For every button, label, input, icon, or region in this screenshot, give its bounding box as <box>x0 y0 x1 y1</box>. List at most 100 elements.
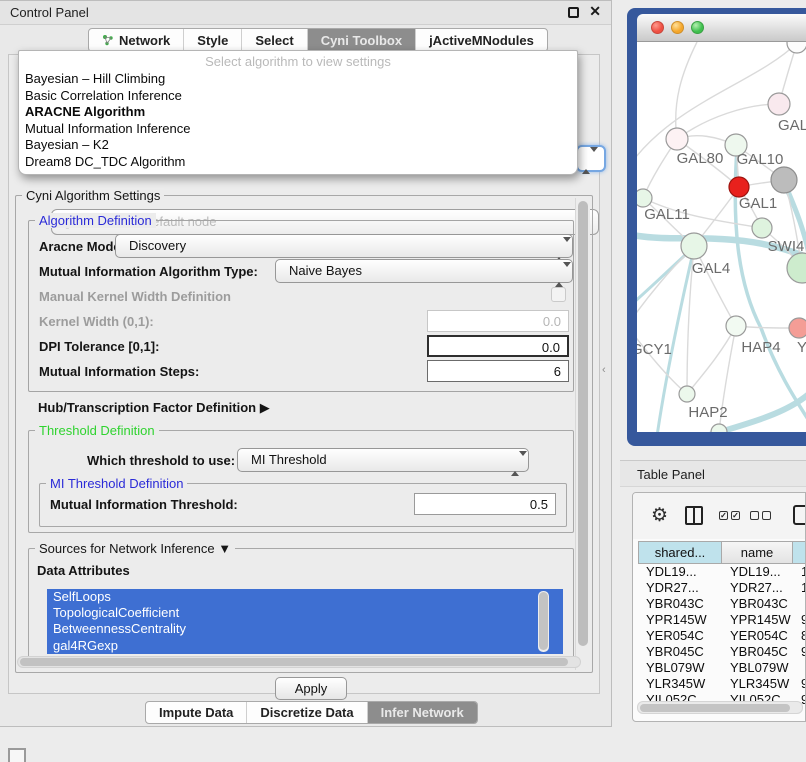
algorithm-definition-group: Algorithm Definition Aracne Mode: Discov… <box>28 220 574 392</box>
hscroll-thumb[interactable] <box>20 658 568 666</box>
manual-kernel-label: Manual Kernel Width Definition <box>39 289 231 304</box>
attribute-item[interactable]: SelfLoops <box>47 589 563 605</box>
deselect-all-icon[interactable] <box>750 511 771 520</box>
columns-icon[interactable] <box>685 506 703 525</box>
dpi-tolerance-field[interactable]: 0.0 <box>427 335 569 357</box>
network-node-y[interactable] <box>789 318 806 338</box>
aracne-mode-combo[interactable]: Discovery <box>115 234 573 258</box>
hub-section-label[interactable]: Hub/Transcription Factor Definition ▶ <box>38 400 270 416</box>
expand-right-icon[interactable]: ▶ <box>260 400 270 415</box>
table-row[interactable]: YBR045CYBR045C9. <box>638 644 806 660</box>
network-canvas[interactable]: GALGAL80GAL10GAL11GAL1SWI4GAL4GCY1HAP4YH… <box>637 42 806 432</box>
table-cell: YBL079W <box>722 660 793 676</box>
table-row[interactable]: YER054CYER054C8. <box>638 628 806 644</box>
attributes-scroll-thumb[interactable] <box>539 592 548 650</box>
table-column-headers: shared...name <box>638 541 806 564</box>
select-all-icon[interactable]: ✓✓ <box>719 511 740 520</box>
node-label: SWI4 <box>768 238 805 255</box>
table-cell <box>793 596 806 612</box>
tab-network[interactable]: Network <box>89 29 184 51</box>
close-window-icon[interactable] <box>651 21 664 34</box>
table-cell: YER054C <box>638 628 722 644</box>
network-node-hap4[interactable] <box>726 316 746 336</box>
network-node-gal[interactable] <box>768 93 790 115</box>
settings-vertical-scrollbar[interactable] <box>575 198 590 670</box>
algorithm-option[interactable]: ARACNE Algorithm <box>19 104 577 121</box>
function-builder-icon[interactable] <box>793 505 806 525</box>
collapsed-panel-icon[interactable] <box>8 748 26 762</box>
tab-infer-network[interactable]: Infer Network <box>368 702 477 723</box>
table-row[interactable]: YDL19...YDL19...13 <box>638 564 806 580</box>
network-node-gal1[interactable] <box>752 218 772 238</box>
table-row[interactable]: YBR043CYBR043C <box>638 596 806 612</box>
table-cell: YDL19... <box>722 564 793 580</box>
node-label: GCY1 <box>637 341 672 358</box>
table-cell: 13 <box>793 564 806 580</box>
manual-kernel-checkbox[interactable] <box>551 287 566 302</box>
apply-button[interactable]: Apply <box>275 677 347 700</box>
attribute-item[interactable]: BetweennessCentrality <box>47 621 563 637</box>
algorithm-option[interactable]: Bayesian – K2 <box>19 137 577 154</box>
expand-down-icon[interactable]: ▼ <box>218 541 231 556</box>
tab-style[interactable]: Style <box>184 29 242 51</box>
spinner-arrows-icon <box>511 453 520 475</box>
close-icon[interactable]: ✕ <box>589 3 601 20</box>
inference-algorithm-combo-spinner[interactable] <box>576 145 606 172</box>
gear-icon[interactable]: ⚙ <box>651 506 668 525</box>
table-hscroll-thumb[interactable] <box>640 704 790 712</box>
settings-horizontal-scrollbar[interactable] <box>17 656 581 668</box>
table-row[interactable]: YLR345WYLR345W9. <box>638 676 806 692</box>
network-node-swi4[interactable] <box>787 253 806 283</box>
kernel-width-field[interactable]: 0.0 <box>427 310 569 332</box>
algorithm-option[interactable]: Bayesian – Hill Climbing <box>19 71 577 88</box>
panel-splitter-handle[interactable]: ‹ <box>602 364 606 376</box>
network-node-gal80[interactable] <box>666 128 688 150</box>
tab-select[interactable]: Select <box>242 29 307 51</box>
mi-type-combo[interactable]: Naive Bayes <box>275 259 573 283</box>
network-node-hap2[interactable] <box>679 386 695 402</box>
algorithm-option[interactable]: Basic Correlation Inference <box>19 88 577 105</box>
network-node[interactable] <box>729 177 749 197</box>
network-node-gal4[interactable] <box>681 233 707 259</box>
column-header[interactable]: shared... <box>638 541 722 564</box>
settings-scroll-thumb[interactable] <box>578 201 588 646</box>
mi-threshold-field[interactable]: 0.5 <box>414 493 556 515</box>
network-node[interactable] <box>787 42 806 53</box>
table-row[interactable]: YDR27...YDR27...12 <box>638 580 806 596</box>
network-node[interactable] <box>711 424 727 432</box>
table-row[interactable]: YBL079WYBL079W <box>638 660 806 676</box>
algorithm-option[interactable]: Dream8 DC_TDC Algorithm <box>19 154 577 171</box>
mi-steps-label: Mutual Information Steps: <box>39 364 199 379</box>
float-icon[interactable] <box>568 7 579 18</box>
node-label: GAL11 <box>644 206 690 223</box>
minimize-window-icon[interactable] <box>671 21 684 34</box>
tab-label: Network <box>119 33 170 48</box>
aracne-mode-value: Discovery <box>129 238 186 253</box>
column-header[interactable]: name <box>722 541 793 564</box>
tab-label: Select <box>255 33 293 48</box>
node-label: GAL1 <box>739 195 777 212</box>
network-node[interactable] <box>771 167 797 193</box>
network-window-titlebar[interactable] <box>637 14 806 42</box>
attribute-item[interactable]: gal4RGexp <box>47 638 563 654</box>
attributes-scrollbar[interactable] <box>538 591 549 652</box>
algorithm-option[interactable]: Mutual Information Inference <box>19 121 577 138</box>
attribute-item[interactable]: TopologicalCoefficient <box>47 605 563 621</box>
column-header[interactable] <box>793 541 806 564</box>
data-attributes-list[interactable]: SelfLoopsTopologicalCoefficientBetweenne… <box>47 589 563 654</box>
table-horizontal-scrollbar[interactable] <box>637 701 803 714</box>
tab-label: Cyni Toolbox <box>321 33 402 48</box>
tab-discretize-data[interactable]: Discretize Data <box>247 702 367 723</box>
mi-steps-field[interactable]: 6 <box>427 360 569 382</box>
tab-jactivemnodules[interactable]: jActiveMNodules <box>416 29 547 51</box>
which-threshold-combo[interactable]: MI Threshold <box>237 448 529 472</box>
tab-cyni-toolbox[interactable]: Cyni Toolbox <box>308 29 416 51</box>
network-icon <box>102 34 114 46</box>
table-row[interactable]: YPR145WYPR145W9. <box>638 612 806 628</box>
table-cell: YLR345W <box>638 676 722 692</box>
table-cell: YPR145W <box>638 612 722 628</box>
tab-impute-data[interactable]: Impute Data <box>146 702 247 723</box>
table-cell: YBR045C <box>722 644 793 660</box>
zoom-window-icon[interactable] <box>691 21 704 34</box>
network-node-gal11[interactable] <box>637 189 652 207</box>
